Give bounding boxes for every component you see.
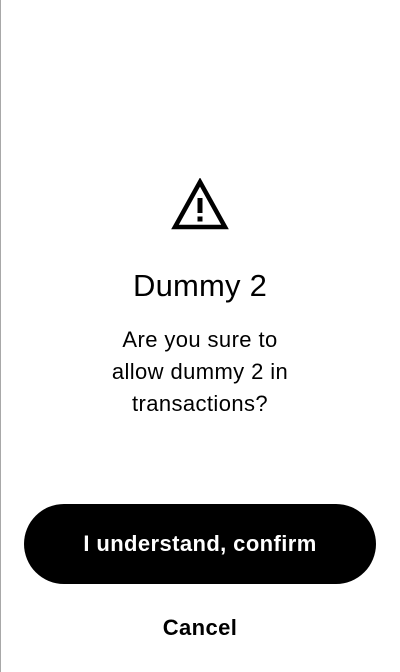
confirm-button[interactable]: I understand, confirm: [24, 504, 376, 584]
screen-edge: [0, 0, 1, 672]
warning-triangle-icon: [171, 178, 229, 230]
dialog-message: Are you sure to allow dummy 2 in transac…: [111, 327, 289, 416]
cancel-button[interactable]: Cancel: [130, 608, 270, 648]
dialog-title: Dummy 2: [132, 268, 268, 303]
confirm-button-label: I understand, confirm: [83, 531, 317, 556]
cancel-button-label: Cancel: [162, 615, 238, 640]
